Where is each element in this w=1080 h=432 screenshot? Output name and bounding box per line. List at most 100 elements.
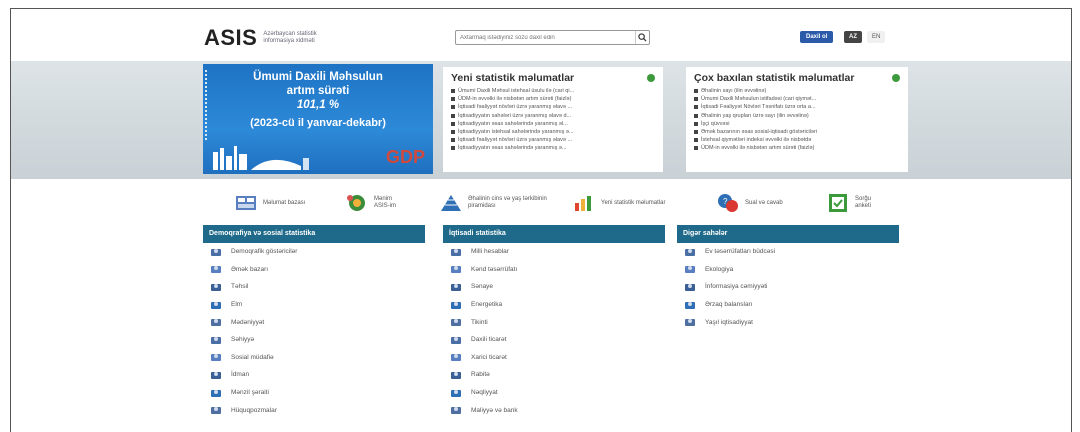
news-list-item[interactable]: İqtisadi Fəaliyyət Növləri Təsnifatı üzr…	[694, 103, 900, 111]
site-logo[interactable]: ASIS Azərbaycan statistik informasiya xi…	[204, 25, 333, 51]
quick-link-label: Məlumat bazası	[263, 199, 306, 206]
category-item[interactable]: Demoqrafik göstəricilər	[203, 243, 425, 261]
news-list-item[interactable]: Əhalinin yaş qrupları üzrə sayı (ilin əv…	[694, 112, 900, 120]
category-item[interactable]: Sənaye	[443, 278, 665, 296]
category-item[interactable]: Kənd təsərrüfatı	[443, 261, 665, 279]
category-item[interactable]: Maliyyə və bank	[443, 401, 665, 419]
news-list-item[interactable]: İqtisadiyyatın istehsal sahələrində yara…	[451, 128, 655, 136]
category-item[interactable]: Energetika	[443, 296, 665, 314]
search-input[interactable]	[456, 34, 635, 41]
category-item[interactable]: Ekologiya	[677, 261, 899, 279]
news-list-item[interactable]: İqtisadiyyatın sahələri üzrə yaranmış əl…	[451, 112, 655, 120]
quick-link-my-asis[interactable]: Mənim ASIS-im	[345, 193, 404, 213]
category-item[interactable]: Daxili ticarət	[443, 331, 665, 349]
category-item-label: Tikinti	[471, 318, 488, 326]
category-item-icon	[209, 317, 223, 327]
category-item[interactable]: Hüquqpozmalar	[203, 401, 425, 419]
category-item-label: Sosial müdafiə	[231, 353, 274, 361]
lang-en-button[interactable]: EN	[867, 31, 886, 43]
popular-stats-panel: Çox baxılan statistik məlumatlar Əhalini…	[686, 67, 908, 172]
category-header[interactable]: Digər sahələr	[677, 225, 899, 243]
skyline-icon	[213, 146, 309, 170]
category-item-label: Yaşıl iqtisadiyyat	[705, 318, 753, 326]
news-list-item[interactable]: İşçi qüvvəsi	[694, 120, 900, 128]
category-item-icon	[449, 405, 463, 415]
new-data-icon	[575, 196, 591, 211]
quick-link-survey[interactable]: Sorğu anketi	[826, 193, 885, 213]
news-list-item[interactable]: İqtisadiyyatın əsas sahələrində yaranmış…	[451, 120, 655, 128]
news-list-item[interactable]: ÜDM-in əvvəlki ilə nisbətən artım sürəti…	[451, 95, 655, 103]
gdp-banner[interactable]: Ümumi Daxili Məhsulun artım sürəti 101,1…	[203, 64, 433, 174]
category-item[interactable]: Ərzaq balansları	[677, 296, 899, 314]
category-item-label: İnformasiya cəmiyyəti	[705, 283, 768, 291]
lang-az-button[interactable]: AZ	[844, 31, 862, 43]
quick-link-new-data[interactable]: Yeni statistik məlumatlar	[572, 193, 665, 213]
category-item[interactable]: Yaşıl iqtisadiyyat	[677, 313, 899, 331]
gdp-title-line1: Ümumi Daxili Məhsulun	[253, 71, 383, 83]
category-item[interactable]: Sosial müdafiə	[203, 349, 425, 367]
category-item[interactable]: İdman	[203, 366, 425, 384]
news-list-item[interactable]: Ümumi Daxili Məhsulun istifadəsi (cari q…	[694, 95, 900, 103]
category-item-label: Demoqrafik göstəricilər	[231, 248, 298, 256]
category-item[interactable]: Mədəniyyət	[203, 313, 425, 331]
category-item-icon	[209, 352, 223, 362]
category-item[interactable]: Nəqliyyat	[443, 384, 665, 402]
search-icon	[638, 33, 647, 42]
category-item-label: Sənaye	[471, 283, 494, 291]
category-item-icon	[449, 388, 463, 398]
category-item[interactable]: Əmək bazarı	[203, 261, 425, 279]
quick-link-label: Sorğu anketi	[855, 196, 872, 209]
news-list-item[interactable]: ÜDM-in əvvəlki ilə nisbətən artım sürəti…	[694, 144, 900, 152]
quick-link-pyramid[interactable]: Əhalinin cins və yaş tərkibinin piramida…	[439, 193, 553, 213]
category-header[interactable]: Demoqrafiya və sosial statistika	[203, 225, 425, 243]
quick-link-qa[interactable]: ? Sual və cavab	[716, 193, 783, 213]
site-header: ASIS Azərbaycan statistik informasiya xi…	[11, 9, 1071, 61]
category-item-icon	[449, 370, 463, 380]
gdp-period: (2023-cü il yanvar-dekabr)	[250, 117, 386, 129]
quick-link-label: Yeni statistik məlumatlar	[601, 199, 666, 206]
gdp-title: Ümumi Daxili Məhsulun artım sürəti 101,1…	[203, 70, 433, 112]
category-item-icon	[449, 335, 463, 345]
news-list-item[interactable]: Əmək bazarının əsas sosial-iqtisadi göst…	[694, 128, 900, 136]
category-item[interactable]: Tikinti	[443, 313, 665, 331]
pyramid-icon	[441, 195, 461, 211]
new-stats-title[interactable]: Yeni statistik məlumatlar	[451, 72, 655, 84]
category-item-icon	[209, 300, 223, 310]
category-item[interactable]: Elm	[203, 296, 425, 314]
news-list-item[interactable]: İqtisadi fəaliyyət növləri üzrə yaranmış…	[451, 136, 655, 144]
category-item-label: Maliyyə və bank	[471, 406, 518, 414]
quick-link-database[interactable]: Məlumat bazası	[234, 193, 305, 213]
category-item-icon	[209, 247, 223, 257]
category-item[interactable]: İnformasiya cəmiyyəti	[677, 278, 899, 296]
category-item-label: Mədəniyyət	[231, 318, 265, 326]
category-item[interactable]: Rabitə	[443, 366, 665, 384]
news-list-item[interactable]: İqtisadi fəaliyyət növləri üzrə yaranmış…	[451, 103, 655, 111]
news-list-item[interactable]: Ümumi Daxili Məhsul istehsal üsulu ilə (…	[451, 87, 655, 95]
category-item[interactable]: Ev təsərrüfatları büdcəsi	[677, 243, 899, 261]
quick-link-label: Mənim ASIS-im	[374, 196, 397, 209]
category-header[interactable]: İqtisadi statistika	[443, 225, 665, 243]
qa-icon: ?	[718, 194, 738, 212]
news-list-item[interactable]: İstehsal qiymətləri indeksi əvvəlki ilə …	[694, 136, 900, 144]
category-item-label: Ərzaq balansları	[705, 301, 753, 309]
news-list-item[interactable]: Əhalinin sayı (ilin əvvəlinə)	[694, 87, 900, 95]
category-item-label: Ev təsərrüfatları büdcəsi	[705, 248, 776, 256]
category-item-label: Hüquqpozmalar	[231, 406, 277, 414]
category-item[interactable]: Səhiyyə	[203, 331, 425, 349]
category-item[interactable]: Milli hesablar	[443, 243, 665, 261]
popular-stats-title-text: Çox baxılan statistik məlumatlar	[694, 72, 855, 84]
category-item[interactable]: Xarici ticarət	[443, 349, 665, 367]
category-item[interactable]: Mənzil şəraiti	[203, 384, 425, 402]
status-dot-icon	[647, 74, 655, 82]
category-item-icon	[683, 317, 697, 327]
search-button[interactable]	[635, 31, 649, 44]
popular-stats-title[interactable]: Çox baxılan statistik məlumatlar	[694, 72, 900, 84]
category-item-label: Təhsil	[231, 283, 249, 291]
quick-links: Məlumat bazası Mənim ASIS-im Əhalinin ci…	[11, 179, 1071, 229]
database-icon	[236, 196, 256, 210]
news-list-item[interactable]: İqtisadiyyatın əsas sahələrində yaranmış…	[451, 144, 655, 152]
category-item-icon	[683, 300, 697, 310]
category-item[interactable]: Təhsil	[203, 278, 425, 296]
category-item-icon	[449, 264, 463, 274]
login-button[interactable]: Daxil ol	[800, 31, 834, 43]
